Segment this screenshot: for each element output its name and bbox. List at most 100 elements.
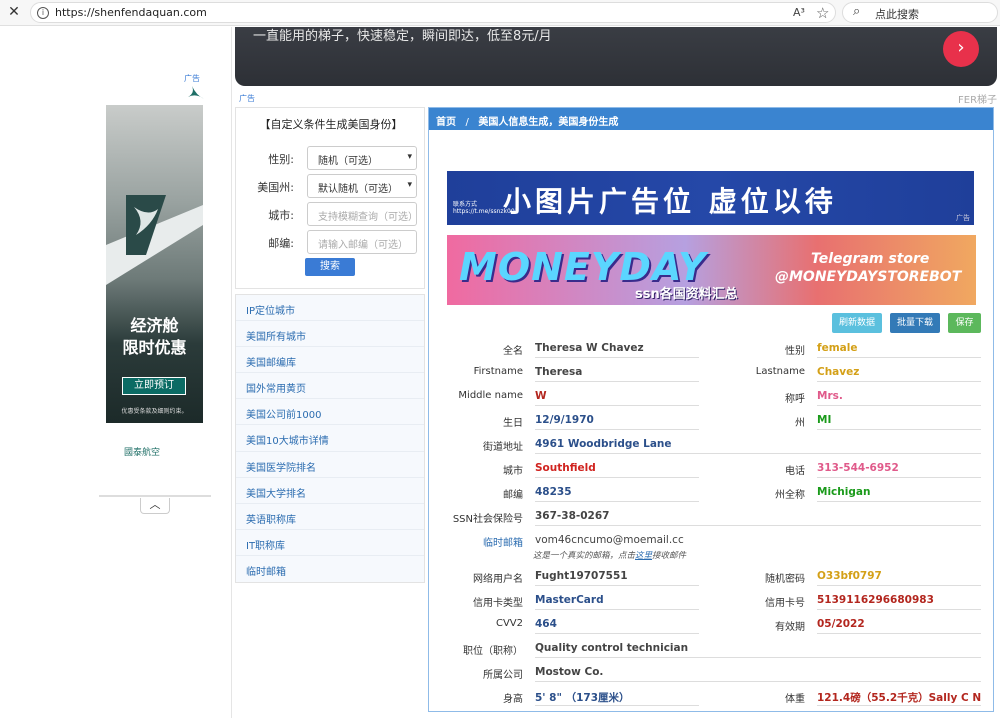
link-top-companies[interactable]: 美国公司前1000 — [236, 399, 424, 426]
search-placeholder: 点此搜索 — [875, 8, 919, 21]
gender-field-label: 性别 — [785, 346, 805, 357]
ad-footer-brand: 國泰航空 — [124, 445, 160, 458]
zip-row: 邮编: 请输入邮编（可选） — [236, 230, 426, 254]
firstname-label: Firstname — [473, 366, 523, 377]
fullname-value: Theresa W Chavez — [535, 342, 699, 358]
gender-select[interactable]: 随机（可选） ▾ — [307, 146, 417, 170]
browser-toolbar: ✕ i https://shenfendaquan.com A³ ☆ ⌕ 点此搜… — [0, 0, 1000, 26]
site-info-icon[interactable]: i — [37, 7, 49, 19]
state-select-value: 默认随机（可选） — [318, 184, 398, 195]
ad-headline-line2: 限时优惠 — [122, 338, 187, 357]
cvv-value: 464 — [535, 618, 699, 634]
birthday-label: 生日 — [503, 418, 523, 429]
favorite-star-icon[interactable]: ☆ — [816, 4, 829, 22]
refresh-button[interactable]: 刷新数据 — [832, 313, 882, 333]
reader-mode-icon[interactable]: A³ — [793, 6, 805, 19]
browser-search-box[interactable]: ⌕ 点此搜索 — [842, 2, 998, 23]
company-label: 所属公司 — [483, 670, 523, 681]
firstname-value: Theresa — [535, 366, 699, 382]
breadcrumb: 首页 / 美国人信息生成，美国身份生成 — [429, 108, 993, 130]
search-button[interactable]: 搜索 — [305, 258, 355, 276]
expiry-label: 有效期 — [775, 622, 805, 633]
zip-value: 48235 — [535, 486, 699, 502]
tool-link-list: IP定位城市 美国所有城市 美国邮编库 国外常用黄页 美国公司前1000 美国1… — [235, 294, 425, 584]
breadcrumb-separator: / — [465, 117, 469, 128]
fullname-label: 全名 — [503, 346, 523, 357]
ad-tag-2[interactable]: 广告 — [239, 93, 255, 104]
state-select[interactable]: 默认随机（可选） ▾ — [307, 174, 417, 198]
link-top-cities[interactable]: 美国10大城市详情 — [236, 425, 424, 452]
state-row: 美国州: 默认随机（可选） ▾ — [236, 174, 426, 198]
state-label: 美国州: — [257, 181, 294, 194]
ad-headline-line1: 经济舱 — [130, 316, 179, 335]
banner-ad-tag: 广告 — [956, 214, 970, 222]
top-promo-banner[interactable]: 一直能用的梯子，快速稳定，瞬间即达，低至8元/月 › — [235, 27, 997, 86]
weight-label: 体重 — [785, 694, 805, 705]
chevron-right-icon[interactable]: › — [943, 31, 979, 67]
batch-download-button[interactable]: 批量下载 — [890, 313, 940, 333]
job-value: Quality control technician — [535, 642, 981, 658]
zip-input[interactable]: 请输入邮编（可选） — [307, 230, 417, 254]
temp-email-link[interactable]: 临时邮箱 — [433, 534, 523, 549]
email-note-prefix: 这是一个真实的邮箱，点击 — [533, 551, 636, 561]
custom-generate-form: 【自定义条件生成美国身份】 性别: 随机（可选） ▾ 美国州: 默认随机（可选）… — [235, 107, 425, 289]
address-bar[interactable]: i https://shenfendaquan.com A³ ☆ — [30, 2, 836, 23]
ssn-label: SSN社会保险号 — [452, 514, 523, 525]
phone-label: 电话 — [785, 466, 805, 477]
link-medical-schools[interactable]: 美国医学院排名 — [236, 452, 424, 478]
airline-brand-text: 國泰航空 — [124, 448, 161, 458]
banner-headline: 小图片广告位 虚位以待 — [503, 185, 837, 218]
state-full-label: 州全称 — [775, 490, 805, 501]
link-it-job-titles[interactable]: IT职称库 — [236, 530, 424, 556]
link-temp-email[interactable]: 临时邮箱 — [236, 556, 424, 582]
zip-field-label: 邮编 — [503, 490, 523, 501]
airline-logo-icon — [188, 86, 204, 99]
email-note: 这是一个真实的邮箱，点击这里接收邮件 — [533, 549, 686, 561]
city-value: Southfield — [535, 462, 699, 478]
ad-fine-print: 优惠受条款及细则约束。 — [121, 408, 188, 415]
search-icon: ⌕ — [853, 4, 861, 19]
street-value: 4961 Woodbridge Lane — [535, 438, 981, 454]
book-now-button[interactable]: 立即预订 — [122, 377, 186, 395]
gender-row: 性别: 随机（可选） ▾ — [236, 146, 426, 170]
city-row: 城市: 支持模糊查询（可选） — [236, 202, 426, 226]
link-job-titles[interactable]: 英语职称库 — [236, 504, 424, 530]
gender-select-value: 随机（可选） — [318, 156, 378, 167]
link-zip-library[interactable]: 美国邮编库 — [236, 347, 424, 374]
small-ad-banner[interactable]: 联系方式 https://t.me/ssnzk001 小图片广告位 虚位以待 广… — [447, 171, 974, 225]
url-text[interactable]: https://shenfendaquan.com — [55, 6, 207, 19]
state-full-value: Michigan — [817, 486, 981, 502]
chevron-down-icon: ▾ — [407, 180, 412, 190]
fer-label: FER梯子 — [958, 95, 998, 106]
lastname-label: Lastname — [755, 366, 805, 377]
height-value: 5' 8" （173厘米） — [535, 690, 699, 706]
identity-panel: 首页 / 美国人信息生成，美国身份生成 联系方式 https://t.me/ss… — [428, 107, 994, 712]
state-value: MI — [817, 414, 981, 430]
receive-email-link[interactable]: 这里 — [635, 551, 652, 561]
link-all-cities[interactable]: 美国所有城市 — [236, 321, 424, 348]
link-university-ranking[interactable]: 美国大学排名 — [236, 478, 424, 504]
city-input[interactable]: 支持模糊查询（可选） — [307, 202, 418, 226]
close-icon[interactable]: ✕ — [6, 4, 22, 20]
card-type-label: 信用卡类型 — [473, 598, 523, 609]
link-ip-city[interactable]: IP定位城市 — [236, 295, 424, 322]
save-button[interactable]: 保存 — [948, 313, 981, 333]
state-field-label: 州 — [795, 418, 805, 429]
city-field-label: 城市 — [503, 466, 523, 477]
link-yellow-pages[interactable]: 国外常用黄页 — [236, 373, 424, 400]
email-value: vom46cncumo@moemail.cc — [535, 534, 684, 546]
breadcrumb-current: 美国人信息生成，美国身份生成 — [478, 117, 619, 128]
job-label: 职位（职称） — [463, 646, 523, 657]
telegram-store-label: Telegram store — [811, 251, 930, 267]
street-label: 街道地址 — [483, 442, 523, 453]
promo-text: 一直能用的梯子，快速稳定，瞬间即达，低至8元/月 — [253, 29, 552, 44]
zip-label: 邮编: — [268, 237, 294, 250]
moneyday-banner[interactable]: MONEYDAY ssn各国资料汇总 Telegram store @MONEY… — [447, 235, 976, 305]
left-ad-column: 广告 经济舱 限时优惠 立即预订 优惠受条款及细则约束。 國泰航空 ︿ — [0, 27, 232, 718]
password-value: O33bf0797 — [817, 570, 981, 586]
chevron-up-icon[interactable]: ︿ — [140, 498, 170, 514]
city-label: 城市: — [268, 209, 294, 222]
breadcrumb-home[interactable]: 首页 — [436, 117, 456, 128]
airline-ad-image[interactable]: 经济舱 限时优惠 立即预订 优惠受条款及细则约束。 — [106, 105, 203, 423]
password-label: 随机密码 — [765, 574, 805, 585]
